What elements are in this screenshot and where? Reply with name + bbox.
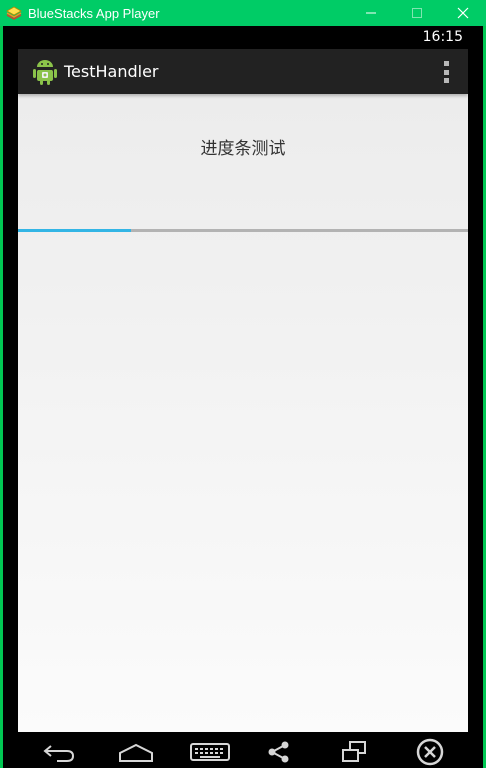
progress-bar xyxy=(18,229,468,232)
multi-window-icon xyxy=(342,741,366,762)
progress-test-label: 进度条测试 xyxy=(200,139,286,159)
action-bar: TestHandler xyxy=(18,49,468,94)
multi-window-button[interactable] xyxy=(332,738,376,766)
keyboard-icon xyxy=(190,743,230,761)
android-icon xyxy=(33,59,57,85)
exit-button[interactable] xyxy=(408,738,452,766)
share-button[interactable] xyxy=(257,738,301,766)
maximize-button[interactable] xyxy=(394,0,440,26)
status-clock: 16:15 xyxy=(422,29,463,45)
maximize-icon xyxy=(412,8,422,18)
keyboard-button[interactable] xyxy=(188,738,232,766)
back-icon xyxy=(43,745,75,762)
device-frame: 16:15 TestHandler 进度条测试 xyxy=(3,26,483,768)
close-icon xyxy=(457,7,469,19)
minimize-button[interactable] xyxy=(348,0,394,26)
home-button[interactable] xyxy=(114,738,158,766)
window-controls xyxy=(348,0,486,26)
exit-icon xyxy=(416,738,444,766)
minimize-icon xyxy=(366,12,376,14)
window-title: BlueStacks App Player xyxy=(28,5,160,21)
share-icon xyxy=(268,741,289,763)
home-icon xyxy=(119,743,153,762)
back-button[interactable] xyxy=(37,738,81,766)
bluestacks-logo-icon xyxy=(6,5,22,21)
window-titlebar: BlueStacks App Player xyxy=(0,0,486,26)
navigation-bar xyxy=(3,732,483,768)
app-title: TestHandler xyxy=(64,62,159,81)
overflow-menu-icon[interactable] xyxy=(442,61,450,83)
close-button[interactable] xyxy=(440,0,486,26)
status-bar: 16:15 xyxy=(3,26,483,49)
progress-bar-fill xyxy=(18,229,131,232)
app-screen: TestHandler 进度条测试 xyxy=(18,49,468,732)
